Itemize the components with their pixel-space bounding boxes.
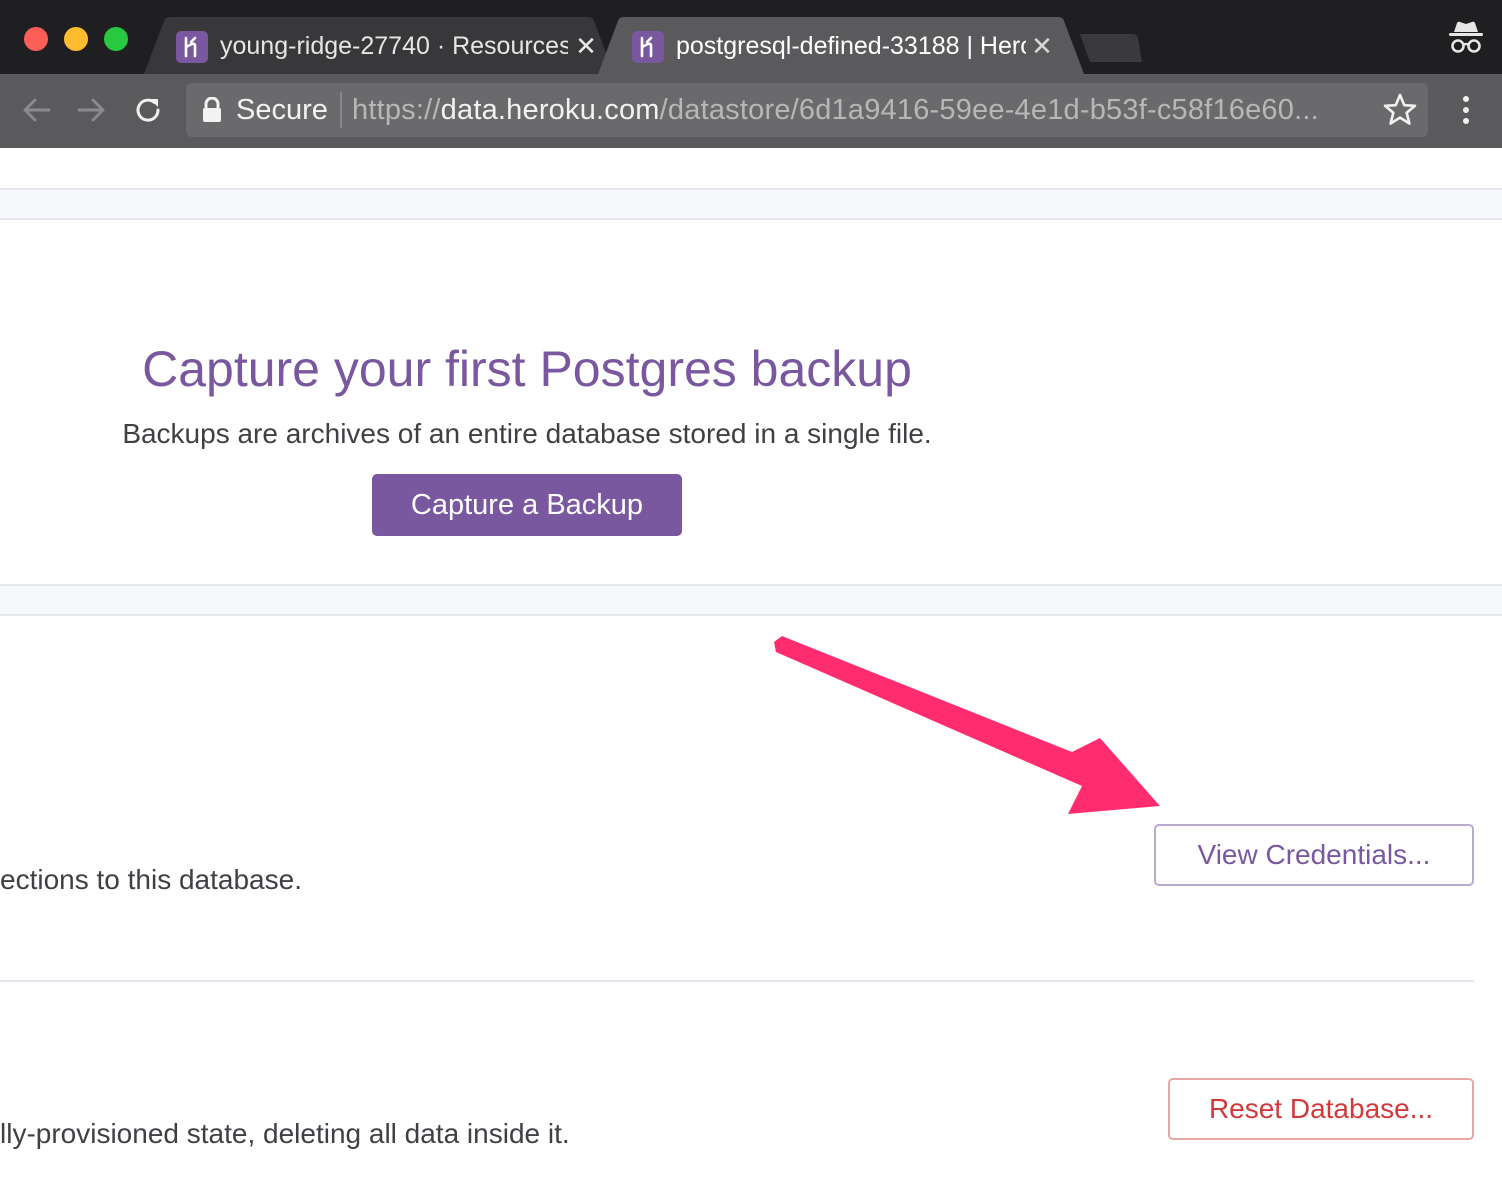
menu-icon[interactable] [1456, 94, 1476, 126]
section-separator [0, 584, 1502, 616]
reset-description: lly-provisioned state, deleting all data… [0, 1118, 570, 1149]
reset-database-button[interactable]: Reset Database... [1168, 1078, 1474, 1140]
credentials-description: ections to this database. [0, 864, 302, 895]
view-credentials-button[interactable]: View Credentials... [1154, 824, 1474, 886]
minimize-window-button[interactable] [64, 27, 88, 51]
tab-title: young-ridge-27740 · Resources [220, 32, 568, 60]
tab-postgresql[interactable]: postgresql-defined-33188 | Heroku Data ✕ [598, 17, 1084, 74]
incognito-icon [1449, 21, 1483, 53]
backup-description: Backups are archives of an entire databa… [122, 418, 932, 449]
annotation-arrow [774, 636, 1160, 814]
security-label: Secure [236, 94, 328, 126]
row-divider [0, 980, 1474, 982]
forward-arrow-icon[interactable] [74, 92, 110, 128]
star-icon[interactable] [1382, 92, 1418, 128]
backup-heading: Capture your first Postgres backup [142, 341, 912, 397]
lock-icon [203, 97, 221, 122]
url-host: data.heroku.com [440, 94, 660, 126]
url-text[interactable]: https://data.heroku.com/datastore/6d1a94… [352, 90, 1372, 130]
zoom-window-button[interactable] [104, 27, 128, 51]
heroku-favicon [176, 31, 208, 63]
browser-titlebar: young-ridge-27740 · Resources ✕ postgres… [0, 0, 1502, 74]
section-separator [0, 188, 1502, 220]
close-icon[interactable]: ✕ [573, 29, 599, 63]
tab-resources[interactable]: young-ridge-27740 · Resources ✕ [144, 17, 614, 74]
close-window-button[interactable] [24, 27, 48, 51]
tab-title: postgresql-defined-33188 | Heroku Data [676, 32, 1026, 60]
url-path: /datastore/6d1a9416-59ee-4e1d-b53f-c58f1… [659, 94, 1319, 126]
new-tab-button[interactable] [1080, 34, 1144, 64]
address-divider [340, 92, 342, 128]
close-icon[interactable]: ✕ [1029, 29, 1055, 63]
url-scheme: https:// [352, 94, 441, 126]
reload-icon[interactable] [130, 92, 166, 128]
heroku-favicon [632, 31, 664, 63]
back-arrow-icon[interactable] [18, 92, 54, 128]
capture-backup-button[interactable]: Capture a Backup [372, 474, 682, 536]
